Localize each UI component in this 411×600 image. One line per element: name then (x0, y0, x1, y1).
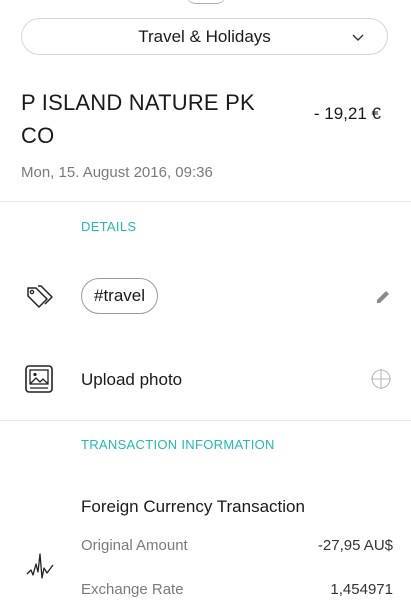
exchange-chart-icon (26, 553, 54, 579)
transaction-datetime: Mon, 15. August 2016, 09:36 (21, 164, 213, 181)
category-dropdown[interactable]: Travel & Holidays (21, 18, 388, 55)
tags-icon (27, 285, 53, 308)
top-handle (186, 0, 226, 4)
crosshair-add-icon[interactable] (370, 368, 392, 390)
chevron-down-icon (352, 34, 364, 41)
exchange-rate-label: Exchange Rate (81, 581, 184, 598)
transaction-amount: - 19,21 € (313, 104, 381, 123)
pencil-icon[interactable] (374, 288, 392, 306)
original-amount-value: -27,95 AU$ (317, 537, 393, 554)
foreign-currency-heading: Foreign Currency Transaction (81, 497, 305, 516)
category-label: Travel & Holidays (138, 26, 271, 46)
merchant-name: P ISLAND NATURE PK CO (21, 90, 255, 148)
image-icon (25, 365, 53, 393)
original-amount-label: Original Amount (81, 537, 188, 554)
upload-photo-label[interactable]: Upload photo (81, 370, 182, 390)
tag-chip-travel[interactable]: #travel (81, 278, 159, 314)
transaction-info-section-title: TRANSACTION INFORMATION (81, 437, 275, 452)
details-section-title: DETAILS (81, 219, 137, 234)
divider (0, 201, 411, 202)
exchange-rate-value: 1,454971 (330, 581, 393, 598)
divider (0, 420, 411, 421)
